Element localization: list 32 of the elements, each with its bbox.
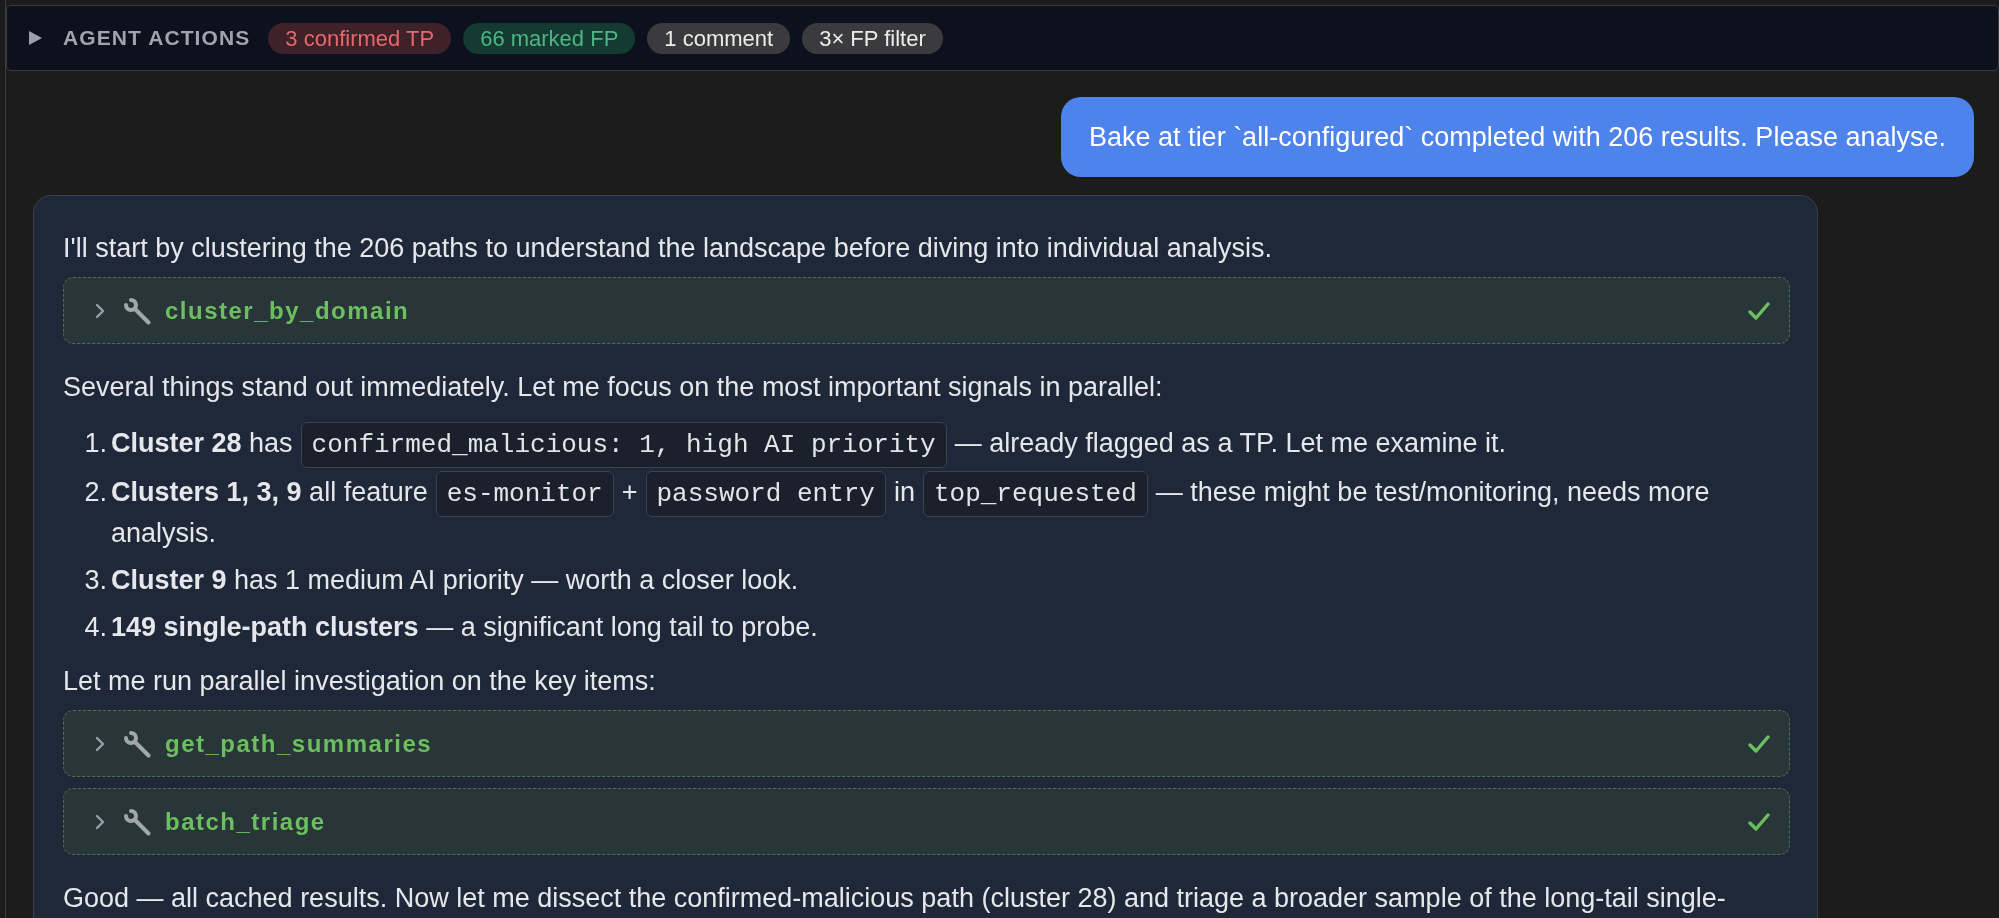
wrench-icon xyxy=(123,296,151,325)
list-number: 3. xyxy=(84,564,107,597)
chevron-icon[interactable] xyxy=(95,735,105,752)
section-title: AGENT ACTIONS xyxy=(63,25,251,52)
inline-code: password entry xyxy=(645,471,886,517)
list-item-text: 149 single-path clusters — a significant long tail to probe. xyxy=(111,611,819,644)
inline-code: confirmed_malicious: 1, high AI priority xyxy=(300,422,947,468)
chevron-icon[interactable] xyxy=(95,813,105,830)
tool-call-row[interactable]: get_path_summaries xyxy=(63,710,1790,777)
user-message: Bake at tier `all-configured` completed with 206 results. Please analyse. xyxy=(1061,97,1974,177)
summary-badge: 3× FP filter xyxy=(802,22,943,54)
list-item-text: Cluster 9 has 1 medium AI priority — worth a closer look. xyxy=(111,564,800,597)
list-number: 1. xyxy=(84,427,107,460)
tool-call-row[interactable]: cluster_by_domain xyxy=(63,277,1790,344)
wrench-icon xyxy=(123,729,151,758)
wrench-icon xyxy=(123,807,151,836)
tool-call-row[interactable]: batch_triage xyxy=(63,788,1790,855)
list-number: 2. xyxy=(84,476,107,509)
chevron-icon[interactable] xyxy=(95,302,105,319)
summary-badge: 3 confirmed TP xyxy=(268,22,452,54)
inline-code: top_requested xyxy=(922,471,1148,517)
list-item-text: Clusters 1, 3, 9 all feature es-monitor + password entry in top_requested — these might be test/monitoring, needs more analysis. xyxy=(111,473,1790,553)
caret-icon[interactable] xyxy=(29,31,42,45)
message-paragraph: Good — all cached results. Now let me dissect the confirmed-malicious path (cluster 28) and triage a broader sample of the long-tail single- xyxy=(63,882,1727,915)
list-item-text: Cluster 28 has confirmed_malicious: 1, high AI priority — already flagged as a TP. Let me examine it. xyxy=(111,424,1790,465)
summary-badge: 66 marked FP xyxy=(463,22,636,54)
list-number: 4. xyxy=(84,611,107,644)
message-paragraph: Several things stand out immediately. Let me focus on the most important signals in parallel: xyxy=(63,371,1164,404)
inline-code: es-monitor xyxy=(435,471,614,517)
summary-badge: 1 comment xyxy=(647,22,791,54)
message-paragraph: Let me run parallel investigation on the key items: xyxy=(63,665,657,698)
message-paragraph: I'll start by clustering the 206 paths to understand the landscape before diving into individual analysis. xyxy=(63,232,1273,265)
